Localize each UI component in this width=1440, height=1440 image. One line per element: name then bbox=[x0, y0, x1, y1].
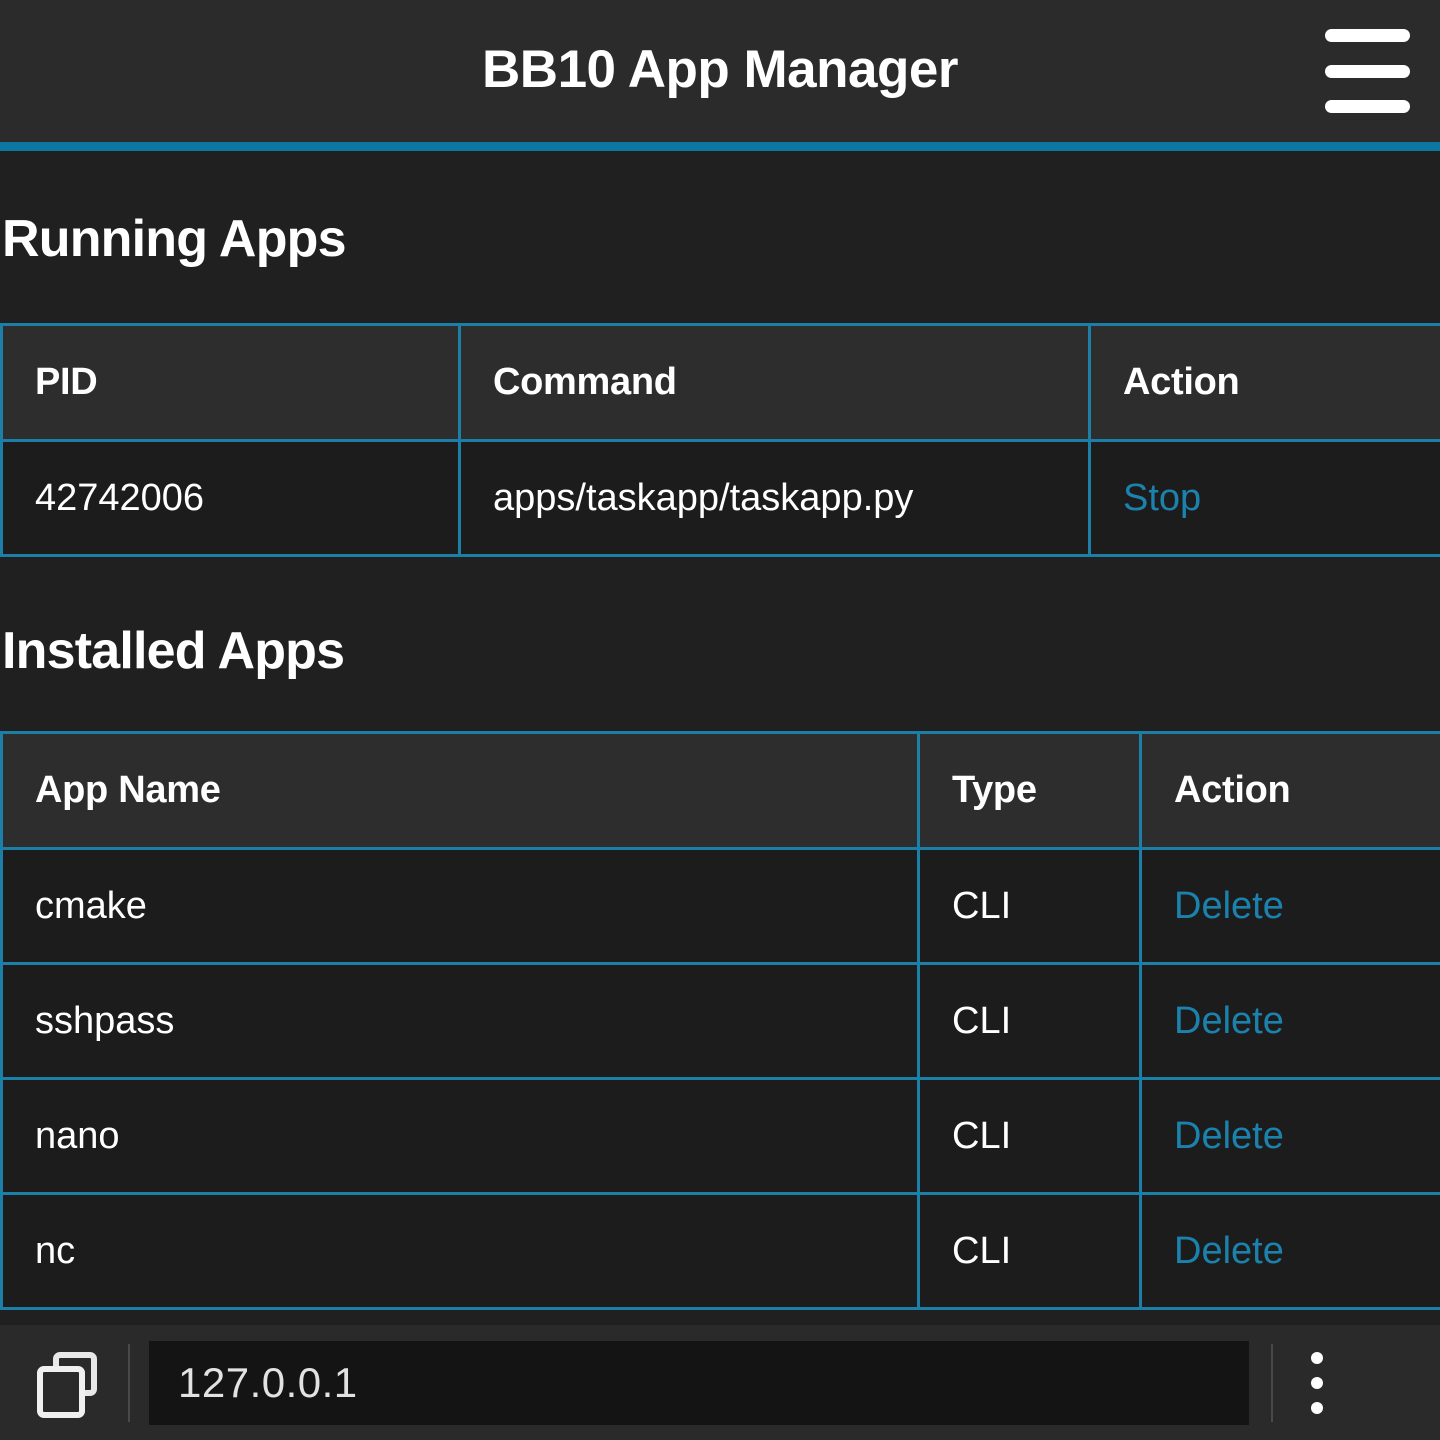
tabs-icon-front-square bbox=[37, 1365, 85, 1418]
table-row: nc CLI Delete bbox=[0, 1192, 1440, 1310]
cell-type: CLI bbox=[917, 1077, 1142, 1195]
hamburger-menu-icon[interactable] bbox=[1325, 29, 1410, 113]
url-text: 127.0.0.1 bbox=[178, 1358, 358, 1406]
cell-type: CLI bbox=[917, 1192, 1142, 1310]
column-header-type: Type bbox=[917, 731, 1142, 850]
column-header-command: Command bbox=[458, 323, 1091, 442]
page-content: Running Apps PID Command Action 42742006… bbox=[0, 151, 1440, 1325]
table-header-row: PID Command Action bbox=[0, 323, 1440, 442]
cell-app-name: nc bbox=[0, 1192, 920, 1310]
column-header-pid: PID bbox=[0, 323, 461, 442]
section-title-installed-apps: Installed Apps bbox=[2, 622, 345, 680]
kebab-dot bbox=[1311, 1376, 1323, 1389]
delete-app-link[interactable]: Delete bbox=[1174, 1230, 1284, 1272]
cell-app-name: nano bbox=[0, 1077, 920, 1195]
cell-app-name: cmake bbox=[0, 847, 920, 965]
toolbar-divider-left bbox=[128, 1343, 130, 1422]
cell-action: Stop bbox=[1088, 439, 1440, 557]
delete-app-link[interactable]: Delete bbox=[1174, 1115, 1284, 1157]
cell-pid: 42742006 bbox=[0, 439, 461, 557]
toolbar-divider-right bbox=[1271, 1343, 1273, 1422]
cell-type: CLI bbox=[917, 962, 1142, 1080]
column-header-action: Action bbox=[1139, 731, 1440, 850]
app-root: BB10 App Manager Running Apps PID Comman… bbox=[0, 0, 1440, 1440]
browser-toolbar: 127.0.0.1 bbox=[0, 1325, 1440, 1440]
table-row: sshpass CLI Delete bbox=[0, 962, 1440, 1080]
hamburger-bar bbox=[1325, 100, 1410, 113]
cell-app-name: sshpass bbox=[0, 962, 920, 1080]
column-header-app-name: App Name bbox=[0, 731, 920, 850]
table-row: cmake CLI Delete bbox=[0, 847, 1440, 965]
kebab-dot bbox=[1311, 1351, 1323, 1364]
stop-app-link[interactable]: Stop bbox=[1123, 477, 1201, 519]
installed-apps-table: App Name Type Action cmake CLI Delete ss… bbox=[0, 731, 1440, 1310]
hamburger-bar bbox=[1325, 29, 1410, 42]
tabs-icon[interactable] bbox=[37, 1351, 99, 1418]
kebab-dot bbox=[1311, 1401, 1323, 1414]
cell-command: apps/taskapp/taskapp.py bbox=[458, 439, 1091, 557]
delete-app-link[interactable]: Delete bbox=[1174, 1000, 1284, 1042]
cell-action: Delete bbox=[1139, 962, 1440, 1080]
kebab-menu-icon[interactable] bbox=[1287, 1341, 1347, 1425]
delete-app-link[interactable]: Delete bbox=[1174, 885, 1284, 927]
running-apps-table: PID Command Action 42742006 apps/taskapp… bbox=[0, 323, 1440, 557]
url-input[interactable]: 127.0.0.1 bbox=[149, 1340, 1249, 1425]
cell-action: Delete bbox=[1139, 1077, 1440, 1195]
cell-action: Delete bbox=[1139, 847, 1440, 965]
cell-type: CLI bbox=[917, 847, 1142, 965]
column-header-action: Action bbox=[1088, 323, 1440, 442]
cell-action: Delete bbox=[1139, 1192, 1440, 1310]
table-row: nano CLI Delete bbox=[0, 1077, 1440, 1195]
section-title-running-apps: Running Apps bbox=[2, 210, 347, 268]
accent-divider bbox=[0, 142, 1440, 151]
table-header-row: App Name Type Action bbox=[0, 731, 1440, 850]
app-header: BB10 App Manager bbox=[0, 0, 1440, 142]
hamburger-bar bbox=[1325, 64, 1410, 78]
table-row: 42742006 apps/taskapp/taskapp.py Stop bbox=[0, 439, 1440, 557]
page-title: BB10 App Manager bbox=[482, 39, 958, 99]
